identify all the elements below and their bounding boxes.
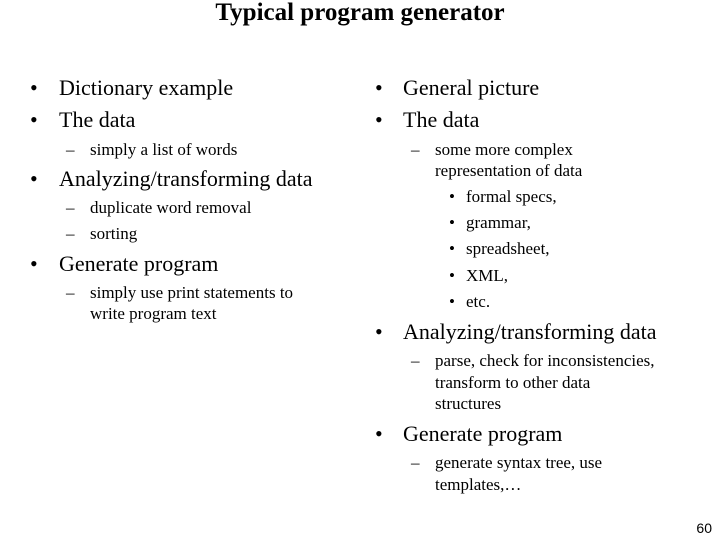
list-subitem-continued: representation of data [435, 161, 583, 180]
bullet-icon: • [375, 75, 383, 100]
list-item: Generate program [59, 251, 219, 276]
bullet-icon: • [375, 319, 383, 344]
list-subitem: some more complex [435, 140, 573, 159]
list-subsubitem: etc. [466, 292, 491, 311]
list-subsubitem: spreadsheet, [466, 239, 550, 258]
bullet-icon: • [30, 166, 38, 191]
list-subsubitem: grammar, [466, 213, 531, 232]
bullet-icon: • [449, 292, 455, 311]
list-subitem: simply use print statements to [90, 283, 294, 302]
bullet-icon: • [30, 107, 38, 132]
dash-icon: – [411, 351, 420, 370]
list-subitem-continued: structures [435, 394, 502, 413]
list-item: Analyzing/transforming data [403, 319, 657, 344]
bullet-icon: • [449, 213, 455, 232]
list-item: Analyzing/transforming data [59, 166, 313, 191]
list-subitem-continued: write program text [90, 304, 217, 323]
bullet-icon: • [449, 187, 455, 206]
bullet-icon: • [30, 75, 38, 100]
dash-icon: – [66, 198, 75, 217]
dash-icon: – [411, 453, 420, 472]
slide-title: Typical program generator [215, 0, 505, 26]
list-subitem: generate syntax tree, use [435, 453, 603, 472]
list-subitem-continued: templates,… [435, 475, 522, 494]
list-subsubitem: XML, [466, 266, 509, 285]
list-item: Generate program [403, 421, 563, 446]
dash-icon: – [66, 224, 75, 243]
bullet-icon: • [375, 107, 383, 132]
dash-icon: – [66, 140, 75, 159]
page-number: 60 [696, 520, 712, 536]
bullet-icon: • [449, 266, 455, 285]
dash-icon: – [411, 140, 420, 159]
list-item: Dictionary example [59, 75, 234, 100]
list-subsubitem: formal specs, [466, 187, 557, 206]
bullet-icon: • [30, 251, 38, 276]
bullet-icon: • [449, 239, 455, 258]
list-item: The data [403, 107, 480, 132]
bullet-icon: • [375, 421, 383, 446]
list-subitem: simply a list of words [90, 140, 238, 159]
list-subitem: sorting [90, 224, 138, 243]
list-subitem-continued: transform to other data [435, 373, 591, 392]
list-item: General picture [403, 75, 540, 100]
list-subitem: parse, check for inconsistencies, [435, 351, 655, 370]
list-item: The data [59, 107, 136, 132]
dash-icon: – [66, 283, 75, 302]
list-subitem: duplicate word removal [90, 198, 252, 217]
